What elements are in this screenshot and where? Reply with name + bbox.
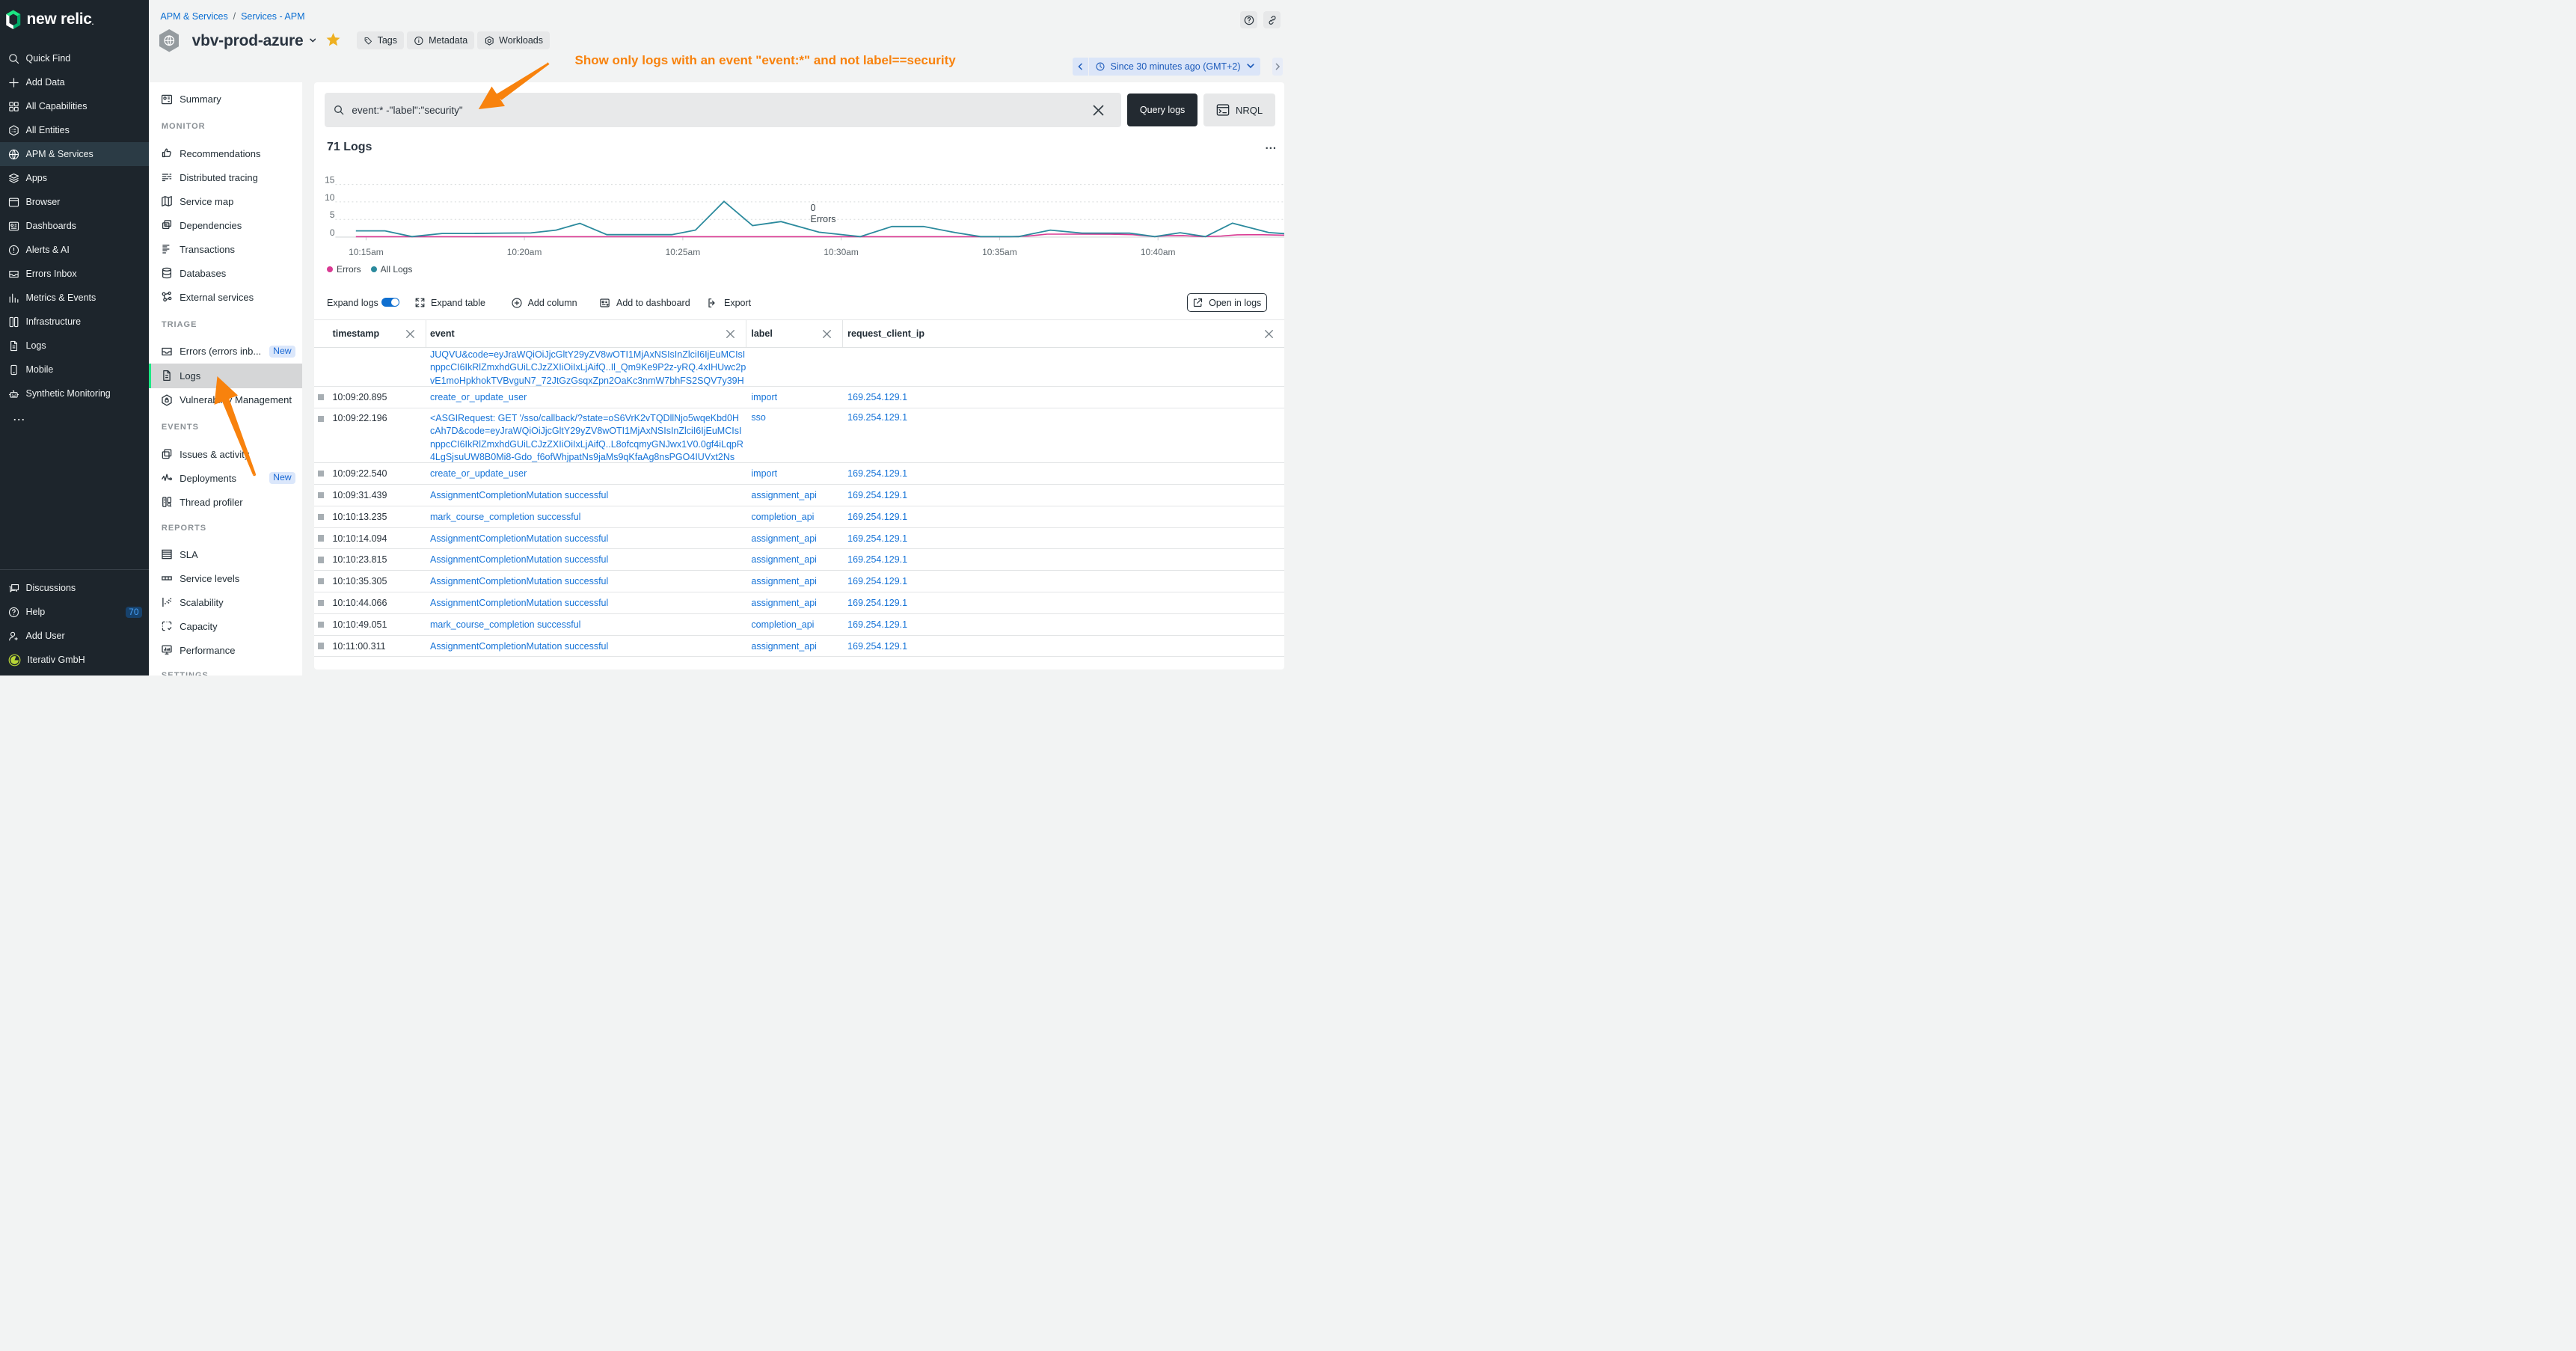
svg-text:10:15am: 10:15am	[349, 247, 384, 257]
svg-text:10:20am: 10:20am	[506, 247, 542, 257]
svg-text:15: 15	[325, 174, 335, 185]
svg-text:0: 0	[329, 227, 334, 238]
svg-text:5: 5	[329, 209, 334, 220]
svg-text:10:35am: 10:35am	[982, 247, 1017, 257]
svg-text:10:30am: 10:30am	[824, 247, 859, 257]
svg-text:10:25am: 10:25am	[665, 247, 700, 257]
svg-text:10:40am: 10:40am	[1140, 247, 1175, 257]
svg-text:10: 10	[325, 192, 335, 203]
